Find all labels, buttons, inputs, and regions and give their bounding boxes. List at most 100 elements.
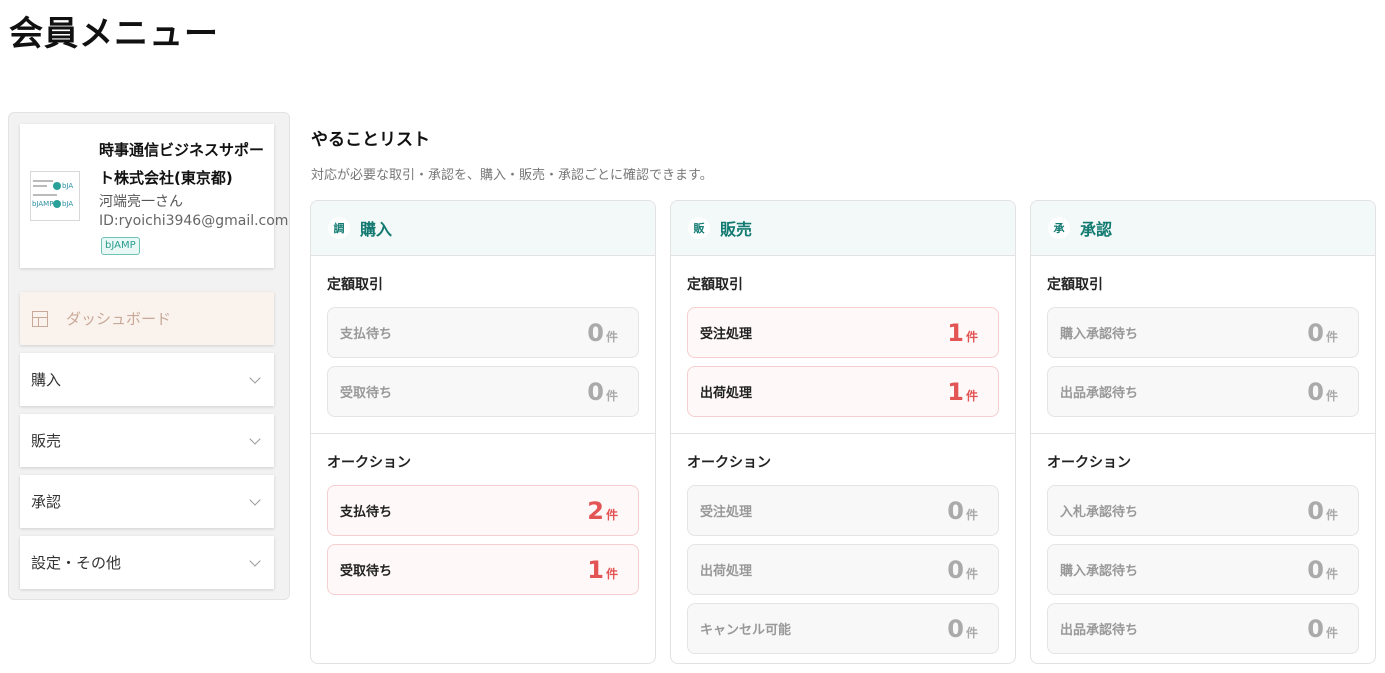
todo-item-unit: 件 [965, 330, 978, 344]
nav-settings[interactable]: 設定・その他 [20, 536, 274, 589]
member-name: 河端亮一さん [99, 194, 183, 210]
todo-item-unit: 件 [605, 567, 618, 581]
nav-dashboard[interactable]: ダッシュボード [20, 292, 274, 345]
todo-item-count: 1 [947, 318, 964, 347]
todo-item-label: 受注処理 [700, 505, 753, 520]
section-title: オークション [1047, 455, 1131, 471]
todo-item[interactable]: 購入承認待ち 0 件 [1047, 544, 1359, 595]
profile-card: bJA bJAMP bJA 時事通信ビジネスサポート株式会社(東京都) 河端亮一… [20, 124, 288, 268]
bjamp-badge: bJAMP [101, 237, 140, 255]
column-header: 販 販売 [671, 201, 1015, 256]
todo-item[interactable]: キャンセル可能 0 件 [687, 603, 999, 654]
todo-item-count: 0 [587, 318, 604, 347]
sidebar: bJA bJAMP bJA 時事通信ビジネスサポート株式会社(東京都) 河端亮一… [8, 112, 290, 600]
column-header: 承 承認 [1031, 201, 1375, 256]
section-title: 定額取引 [327, 277, 383, 293]
todo-item-label: 出品承認待ち [1060, 386, 1139, 401]
section-title: 定額取引 [1047, 277, 1103, 293]
todo-item-count: 0 [947, 614, 964, 643]
todo-item-label: 購入承認待ち [1060, 564, 1139, 579]
todo-item-unit: 件 [1325, 330, 1338, 344]
todo-item-unit: 件 [1325, 389, 1338, 403]
todo-item[interactable]: 出品承認待ち 0 件 [1047, 603, 1359, 654]
todo-item[interactable]: 出荷処理 1 件 [687, 366, 999, 417]
todo-item-count: 0 [1307, 496, 1324, 525]
nav-settings-label: 設定・その他 [31, 554, 122, 572]
layout-icon [32, 310, 48, 327]
todo-item[interactable]: 出荷処理 0 件 [687, 544, 999, 595]
todo-item[interactable]: 受取待ち 0 件 [327, 366, 639, 417]
todo-item[interactable]: 購入承認待ち 0 件 [1047, 307, 1359, 358]
section-title: オークション [327, 455, 411, 471]
section-fixed: 定額取引 支払待ち 0 件 受取待ち 0 件 [311, 256, 655, 417]
todo-item[interactable]: 受取待ち 1 件 [327, 544, 639, 595]
todo-item-label: 購入承認待ち [1060, 327, 1139, 342]
todo-item-unit: 件 [1325, 626, 1338, 640]
todo-item[interactable]: 支払待ち 0 件 [327, 307, 639, 358]
todo-description: 対応が必要な取引・承認を、購入・販売・承認ごとに確認できます。 [311, 168, 713, 183]
nav-purchase[interactable]: 購入 [20, 353, 274, 406]
todo-item[interactable]: 支払待ち 2 件 [327, 485, 639, 536]
todo-item-count: 0 [587, 377, 604, 406]
todo-item-label: 受取待ち [340, 564, 393, 579]
chevron-down-icon [249, 554, 261, 567]
todo-item-label: 出荷処理 [700, 386, 753, 401]
column-header: 調 購入 [311, 201, 655, 256]
section-title: 定額取引 [687, 277, 743, 293]
section-auction: オークション 支払待ち 2 件 受取待ち 1 件 [311, 433, 655, 595]
nav-purchase-label: 購入 [31, 371, 62, 389]
chevron-down-icon [249, 371, 261, 384]
member-id: ID:ryoichi3946@gmail.com [99, 213, 289, 229]
column-approval: 承 承認 定額取引 購入承認待ち 0 件 出品承認待ち 0 件 オークション 入… [1030, 200, 1376, 664]
todo-item[interactable]: 入札承認待ち 0 件 [1047, 485, 1359, 536]
todo-item-unit: 件 [605, 330, 618, 344]
purchase-icon: 調 [328, 217, 350, 239]
todo-item[interactable]: 出品承認待ち 0 件 [1047, 366, 1359, 417]
todo-item-unit: 件 [605, 389, 618, 403]
column-purchase: 調 購入 定額取引 支払待ち 0 件 受取待ち 0 件 オークション 支払待ち … [310, 200, 656, 664]
nav-sales-label: 販売 [31, 432, 62, 450]
todo-item-unit: 件 [965, 508, 978, 522]
chevron-down-icon [249, 432, 261, 445]
company-logo: bJA bJAMP bJA [30, 171, 80, 221]
todo-item-label: キャンセル可能 [700, 623, 792, 638]
todo-item-label: 出品承認待ち [1060, 623, 1139, 638]
todo-item[interactable]: 受注処理 1 件 [687, 307, 999, 358]
todo-item-count: 0 [1307, 318, 1324, 347]
todo-item-unit: 件 [1325, 567, 1338, 581]
nav-approval-label: 承認 [31, 493, 62, 511]
sales-icon: 販 [688, 217, 710, 239]
todo-item-unit: 件 [605, 508, 618, 522]
nav-approval[interactable]: 承認 [20, 475, 274, 528]
todo-item-label: 出荷処理 [700, 564, 753, 579]
page-title: 会員メニュー [9, 14, 219, 54]
todo-item-count: 0 [947, 496, 964, 525]
approval-icon: 承 [1048, 217, 1070, 239]
todo-item-count: 2 [587, 496, 604, 525]
todo-item-label: 入札承認待ち [1060, 505, 1139, 520]
todo-item-label: 受取待ち [340, 386, 393, 401]
todo-item-count: 0 [1307, 377, 1324, 406]
section-auction: オークション 受注処理 0 件 出荷処理 0 件 キャンセル可能 0 件 [671, 433, 1015, 654]
nav-dashboard-label: ダッシュボード [66, 310, 172, 328]
company-name: 時事通信ビジネスサポート株式会社(東京都) [99, 141, 265, 187]
todo-item-unit: 件 [965, 389, 978, 403]
chevron-down-icon [249, 493, 261, 506]
todo-item-count: 0 [1307, 555, 1324, 584]
todo-item-unit: 件 [965, 567, 978, 581]
column-title: 購入 [360, 220, 393, 239]
todo-item[interactable]: 受注処理 0 件 [687, 485, 999, 536]
todo-item-label: 支払待ち [340, 327, 393, 342]
section-fixed: 定額取引 受注処理 1 件 出荷処理 1 件 [671, 256, 1015, 417]
nav-sales[interactable]: 販売 [20, 414, 274, 467]
todo-item-label: 受注処理 [700, 327, 753, 342]
todo-title: やることリスト [311, 130, 430, 150]
column-sales: 販 販売 定額取引 受注処理 1 件 出荷処理 1 件 オークション 受注処理 … [670, 200, 1016, 664]
todo-item-unit: 件 [1325, 508, 1338, 522]
todo-item-label: 支払待ち [340, 505, 393, 520]
column-title: 承認 [1080, 220, 1113, 239]
todo-item-count: 0 [947, 555, 964, 584]
section-auction: オークション 入札承認待ち 0 件 購入承認待ち 0 件 出品承認待ち 0 件 [1031, 433, 1375, 654]
todo-item-unit: 件 [965, 626, 978, 640]
todo-item-count: 1 [947, 377, 964, 406]
